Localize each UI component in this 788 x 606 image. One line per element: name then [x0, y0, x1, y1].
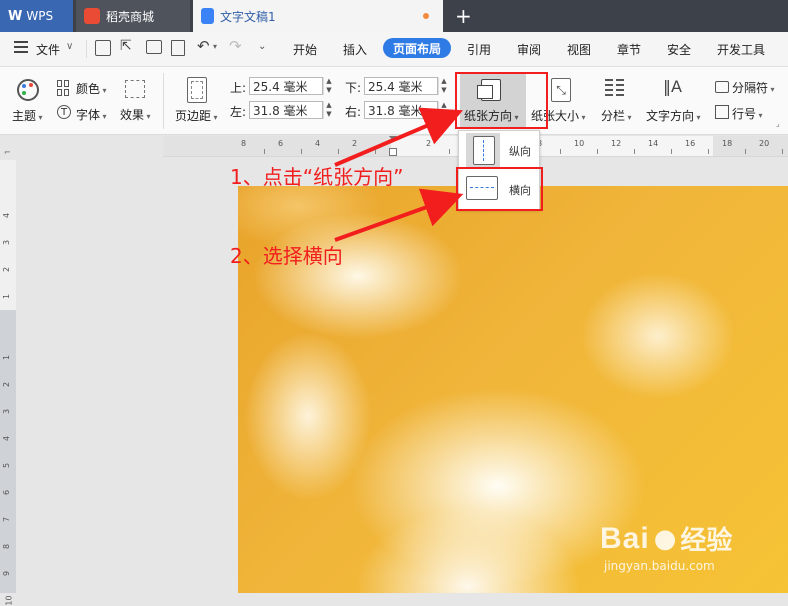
- annotation-step1: 1、点击“纸张方向”: [230, 165, 404, 189]
- arrow-to-orientation: [334, 107, 464, 167]
- ruler-tick-label: 10: [4, 595, 14, 606]
- annotation-arrows: [334, 107, 464, 242]
- arrow-to-landscape: [334, 188, 464, 242]
- annotation-step2: 2、选择横向: [230, 244, 343, 268]
